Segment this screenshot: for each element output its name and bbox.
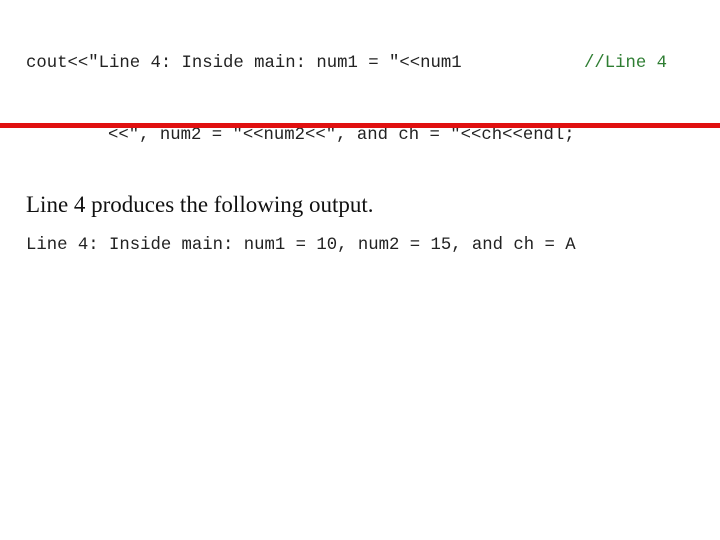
output-caption: Line 4 produces the following output. <box>26 192 374 217</box>
code-line-1: cout<<"Line 4: Inside main: num1 = "<<nu… <box>26 54 462 73</box>
code-comment: //Line 4 <box>584 54 667 73</box>
code-block: cout<<"Line 4: Inside main: num1 = "<<nu… <box>26 4 667 196</box>
program-output: Line 4: Inside main: num1 = 10, num2 = 1… <box>26 236 576 255</box>
red-divider <box>0 123 720 128</box>
